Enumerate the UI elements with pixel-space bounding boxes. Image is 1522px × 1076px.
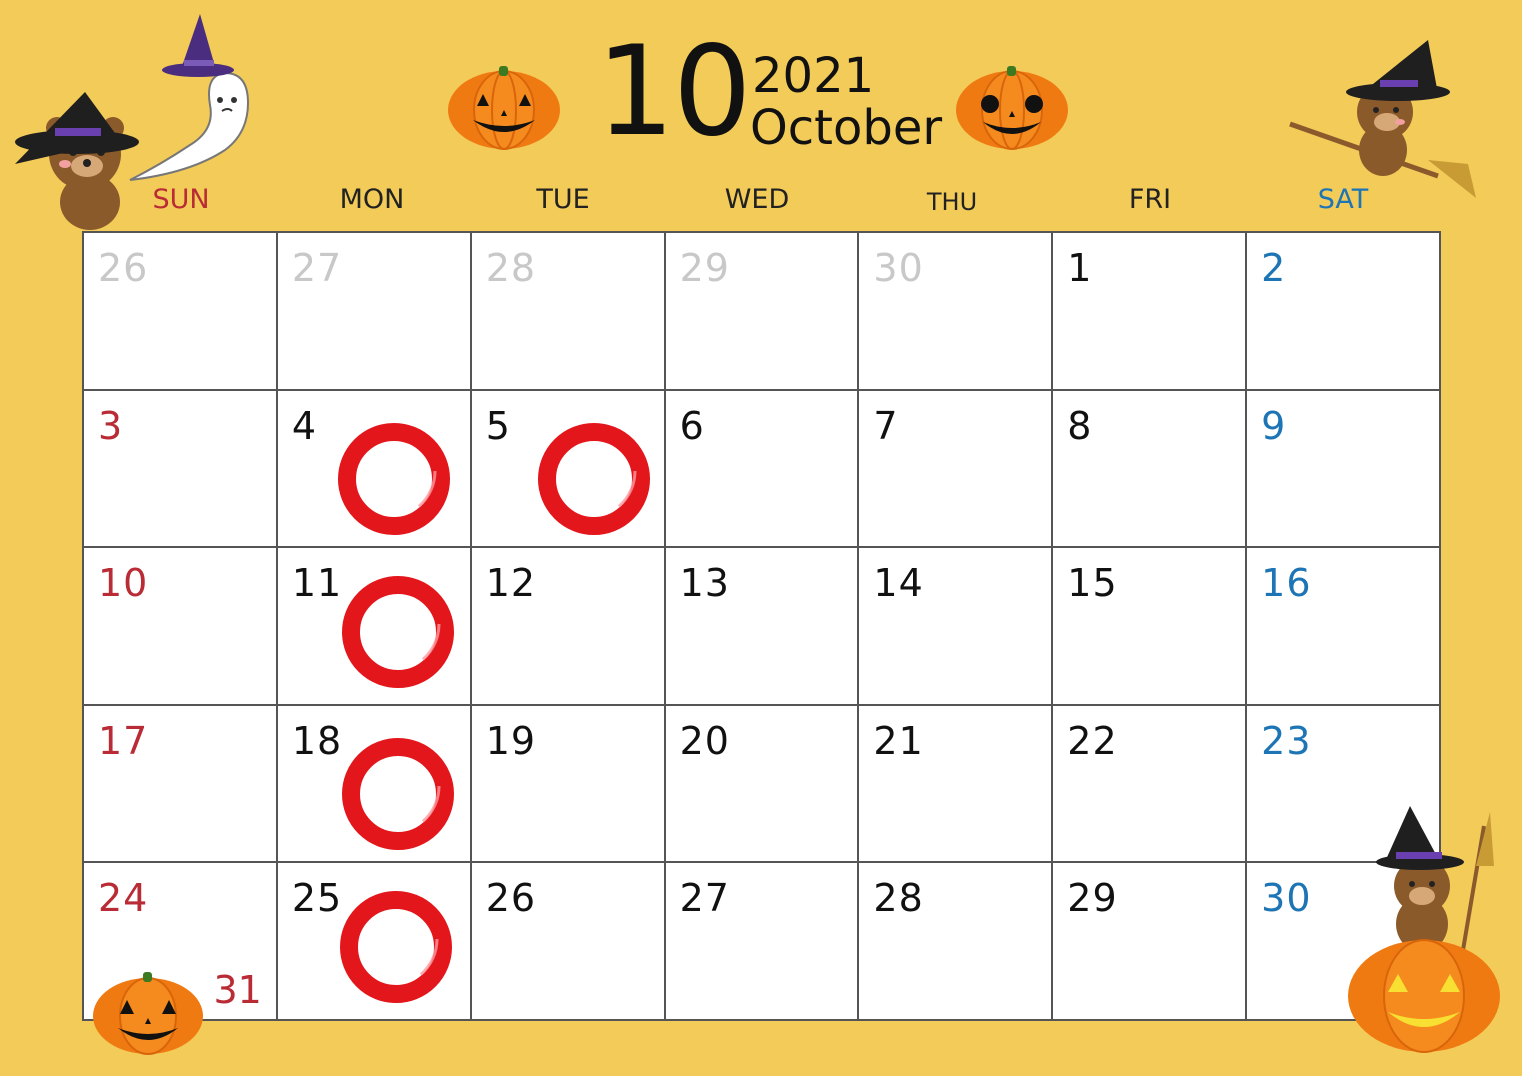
weekday-sat: SAT — [1317, 184, 1369, 215]
day-number: 25 — [291, 876, 343, 921]
calendar-day-cell: 26 — [471, 863, 666, 1021]
calendar-day-cell: 29 — [665, 233, 860, 391]
weekday-tue: TUE — [536, 184, 590, 215]
jack-o-lantern-icon — [448, 66, 560, 150]
day-number: 13 — [679, 561, 730, 606]
year-label: 2021 — [752, 48, 875, 104]
calendar-day-cell: 2 — [1247, 233, 1441, 391]
calendar-day-cell: 12 — [471, 548, 666, 706]
calendar-day-cell: 26 — [84, 233, 278, 391]
day-number: 23 — [1261, 718, 1312, 763]
bear-on-pumpkin-icon — [1348, 806, 1500, 1053]
day-number: 17 — [98, 718, 149, 763]
jack-o-lantern-icon — [93, 972, 203, 1055]
day-number: 12 — [485, 561, 537, 606]
weekday-sun: SUN — [152, 184, 210, 215]
calendar-day-cell: 5 — [471, 390, 666, 549]
calendar-day-cell: 29 — [1053, 863, 1248, 1021]
day-number: 7 — [873, 403, 899, 448]
day-number: 19 — [485, 718, 537, 763]
calendar-day-cell: 22 — [1053, 705, 1248, 864]
day-number: 26 — [485, 876, 537, 921]
day-number: 15 — [1067, 561, 1118, 606]
calendar-grid: 26 27 28 29 30 1 2 3 4 5 6 7 8 9 10 11 12 13 14 15 16 17 18 19 2… — [82, 231, 1441, 1021]
calendar-day-cell: 9 — [1247, 390, 1441, 549]
calendar-day-cell: 30 — [859, 233, 1054, 391]
red-circle-icon — [341, 737, 454, 850]
witch-hat-icon — [162, 14, 234, 77]
halloween-calendar: 10 2021 October SUN MON TUE WED THU FRI … — [0, 0, 1522, 1076]
day-number: 9 — [1261, 403, 1287, 448]
calendar-day-cell: 4 — [277, 390, 472, 549]
month-name-label: October — [750, 100, 943, 156]
calendar-day-cell: 27 — [277, 233, 472, 391]
weekday-wed: WED — [724, 184, 790, 215]
weekday-fri: FRI — [1128, 184, 1172, 215]
day-number: 21 — [873, 718, 924, 763]
day-number: 5 — [485, 403, 511, 448]
day-number: 29 — [1067, 876, 1118, 921]
day-number-extra: 31 — [213, 968, 262, 1012]
calendar-day-cell: 17 — [84, 705, 278, 864]
calendar-day-cell: 20 — [665, 705, 860, 864]
day-number: 26 — [98, 246, 149, 290]
month-number: 10 — [596, 20, 752, 164]
day-number: 1 — [1067, 246, 1093, 290]
witch-bear-on-broom-icon — [1289, 40, 1476, 198]
calendar-day-cell: 10 — [84, 548, 278, 706]
day-number: 10 — [98, 561, 149, 606]
day-number: 30 — [1261, 876, 1312, 921]
day-number: 3 — [98, 403, 124, 448]
red-circle-icon — [537, 422, 650, 535]
calendar-day-cell: 11 — [277, 548, 472, 706]
calendar-day-cell: 3 — [84, 390, 278, 549]
day-number: 11 — [291, 561, 343, 606]
day-number: 27 — [291, 246, 343, 290]
jack-o-lantern-icon — [956, 66, 1068, 150]
calendar-day-cell: 28 — [471, 233, 666, 391]
witch-bear-icon — [15, 92, 139, 230]
calendar-day-cell: 13 — [665, 548, 860, 706]
weekday-thu: THU — [926, 188, 978, 216]
day-number: 22 — [1067, 718, 1118, 763]
calendar-day-cell: 14 — [859, 548, 1054, 706]
red-circle-icon — [339, 890, 452, 1004]
calendar-day-cell: 6 — [665, 390, 860, 549]
day-number: 24 — [98, 876, 149, 921]
calendar-day-cell: 1 — [1053, 233, 1248, 391]
day-number: 4 — [291, 403, 318, 448]
weekday-mon: MON — [339, 184, 405, 215]
calendar-day-cell: 27 — [665, 863, 860, 1021]
day-number: 30 — [873, 246, 924, 290]
calendar-day-cell: 8 — [1053, 390, 1248, 549]
calendar-day-cell: 21 — [859, 705, 1054, 864]
day-number: 6 — [679, 403, 705, 448]
calendar-day-cell: 16 — [1247, 548, 1441, 706]
day-number: 8 — [1067, 403, 1093, 448]
calendar-day-cell: 28 — [859, 863, 1054, 1021]
calendar-day-cell: 15 — [1053, 548, 1248, 706]
calendar-day-cell: 7 — [859, 390, 1054, 549]
day-number: 20 — [679, 718, 730, 763]
day-number: 28 — [485, 246, 537, 290]
day-number: 18 — [291, 718, 343, 763]
day-number: 29 — [679, 246, 730, 290]
red-circle-icon — [337, 422, 450, 535]
calendar-day-cell: 19 — [471, 705, 666, 864]
day-number: 16 — [1261, 561, 1312, 606]
day-number: 28 — [873, 876, 924, 921]
day-number: 27 — [679, 876, 730, 921]
calendar-day-cell: 25 — [277, 863, 472, 1021]
day-number: 2 — [1261, 246, 1287, 290]
calendar-day-cell: 18 — [277, 705, 472, 864]
day-number: 14 — [873, 561, 924, 606]
red-circle-icon — [341, 575, 454, 689]
